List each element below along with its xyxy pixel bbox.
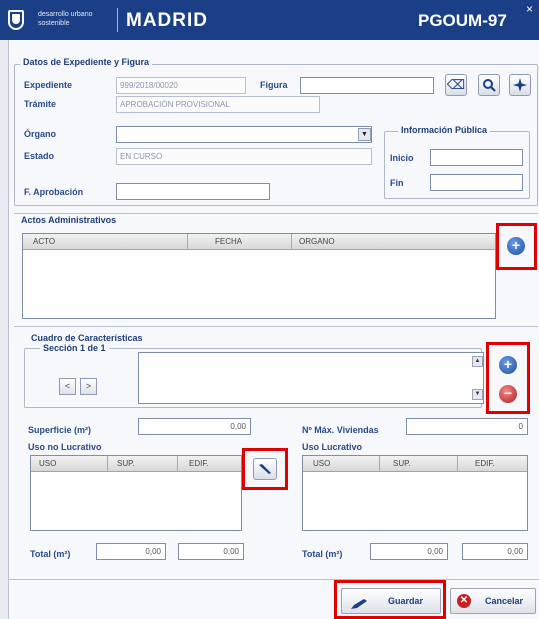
actos-table: ACTO FECHA ORGANO xyxy=(22,233,496,319)
footer-separator xyxy=(8,579,539,580)
pencil-icon xyxy=(350,595,368,619)
scroll-down-icon[interactable]: ▼ xyxy=(472,389,483,400)
inicio-label: Inicio xyxy=(390,153,414,163)
total-no-lucrativo-sup[interactable]: 0,00 xyxy=(96,543,166,560)
close-icon[interactable]: × xyxy=(526,2,539,16)
plus-icon: + xyxy=(503,356,513,372)
header-subtitle: desarrollo urbano sostenible xyxy=(38,11,93,27)
cancelar-button[interactable]: ✕ Cancelar xyxy=(450,588,536,614)
tramite-label: Trámite xyxy=(24,99,57,109)
header-divider xyxy=(117,8,118,32)
plus-icon: + xyxy=(511,237,521,253)
cancel-x-icon: ✕ xyxy=(457,594,471,608)
ul-col-sup[interactable]: SUP. xyxy=(393,459,411,468)
col-separator xyxy=(379,456,380,472)
minus-icon: − xyxy=(503,385,513,401)
header-city: MADRID xyxy=(126,10,208,31)
col-separator xyxy=(187,234,188,250)
cancelar-label: Cancelar xyxy=(485,596,524,606)
figura-field[interactable] xyxy=(300,77,434,94)
search-icon-button[interactable] xyxy=(478,74,500,96)
highlight-box xyxy=(486,342,530,414)
col-separator xyxy=(177,456,178,472)
viviendas-field[interactable]: 0 xyxy=(406,418,528,435)
navigate-icon-button[interactable] xyxy=(509,74,531,96)
ul-col-edif[interactable]: EDIF. xyxy=(475,459,495,468)
app-header: desarrollo urbano sostenible MADRID PGOU… xyxy=(0,0,539,40)
uso-no-lucrativo-title: Uso no Lucrativo xyxy=(28,442,102,452)
estado-label: Estado xyxy=(24,151,55,161)
compass-icon xyxy=(513,78,527,92)
fin-field[interactable] xyxy=(430,174,523,191)
organo-label: Órgano xyxy=(24,129,57,139)
crest-inner xyxy=(12,14,20,24)
clear-icon-button[interactable]: ⌫ xyxy=(445,74,467,96)
inicio-field[interactable] xyxy=(430,149,523,166)
ul-col-uso[interactable]: USO xyxy=(313,459,330,468)
superficie-field[interactable]: 0,00 xyxy=(138,418,251,435)
uso-lucrativo-header: USO SUP. EDIF. xyxy=(303,456,527,472)
info-publica-legend: Información Pública xyxy=(398,125,491,135)
superficie-label: Superficie (m²) xyxy=(28,425,92,435)
col-separator xyxy=(291,234,292,250)
viviendas-label: Nº Máx. Viviendas xyxy=(302,425,379,435)
next-section-button[interactable]: > xyxy=(80,378,97,395)
unl-col-uso[interactable]: USO xyxy=(39,459,56,468)
guardar-button[interactable]: Guardar xyxy=(341,588,441,614)
uso-lucrativo-title: Uso Lucrativo xyxy=(302,442,363,452)
actos-col-organo[interactable]: ORGANO xyxy=(299,237,335,246)
actos-legend: Actos Administrativos xyxy=(21,215,117,225)
remove-section-button[interactable]: − xyxy=(499,385,517,403)
datos-legend: Datos de Expediente y Figura xyxy=(20,57,153,67)
edit-uso-button[interactable] xyxy=(253,458,277,480)
seccion-legend: Sección 1 de 1 xyxy=(40,343,109,353)
actos-col-fecha[interactable]: FECHA xyxy=(215,237,242,246)
estado-field[interactable]: EN CURSO xyxy=(116,148,372,165)
seccion-textarea[interactable] xyxy=(138,352,484,404)
add-section-button[interactable]: + xyxy=(499,356,517,374)
total-lucrativo-edif[interactable]: 0,00 xyxy=(462,543,528,560)
scroll-up-icon[interactable]: ▲ xyxy=(472,356,483,367)
col-separator xyxy=(457,456,458,472)
actos-table-header: ACTO FECHA ORGANO xyxy=(23,234,495,250)
actos-separator xyxy=(14,213,538,214)
fin-label: Fin xyxy=(390,178,404,188)
organo-select[interactable] xyxy=(116,126,372,143)
total-no-lucrativo-label: Total (m²) xyxy=(30,549,71,559)
uso-lucrativo-table: USO SUP. EDIF. xyxy=(302,455,528,531)
uso-no-lucrativo-table: USO SUP. EDIF. xyxy=(30,455,242,531)
unl-col-edif[interactable]: EDIF. xyxy=(189,459,209,468)
unl-col-sup[interactable]: SUP. xyxy=(117,459,135,468)
prev-section-button[interactable]: < xyxy=(59,378,76,395)
figura-label: Figura xyxy=(260,80,288,90)
cuadro-separator xyxy=(14,326,538,327)
total-lucrativo-label: Total (m²) xyxy=(302,549,343,559)
faprobacion-field[interactable] xyxy=(116,183,270,200)
total-no-lucrativo-edif[interactable]: 0,00 xyxy=(178,543,244,560)
actos-col-acto[interactable]: ACTO xyxy=(33,237,55,246)
expediente-field[interactable]: 999/2018/00020 xyxy=(116,77,246,94)
guardar-label: Guardar xyxy=(388,596,424,606)
faprobacion-label: F. Aprobación xyxy=(24,187,84,197)
col-separator xyxy=(107,456,108,472)
expediente-label: Expediente xyxy=(24,80,73,90)
eraser-icon: ⌫ xyxy=(446,77,466,92)
pencil-icon xyxy=(259,464,271,474)
uso-no-lucrativo-header: USO SUP. EDIF. xyxy=(31,456,241,472)
add-acto-button[interactable]: + xyxy=(507,237,525,255)
organo-dropdown-arrow-icon[interactable]: ▼ xyxy=(358,128,371,141)
tramite-field[interactable]: APROBACIÓN PROVISIONAL xyxy=(116,96,320,113)
cuadro-legend: Cuadro de Características xyxy=(31,333,143,343)
header-app-name: PGOUM-97 xyxy=(418,11,507,30)
total-lucrativo-sup[interactable]: 0,00 xyxy=(370,543,448,560)
search-icon xyxy=(483,79,496,92)
